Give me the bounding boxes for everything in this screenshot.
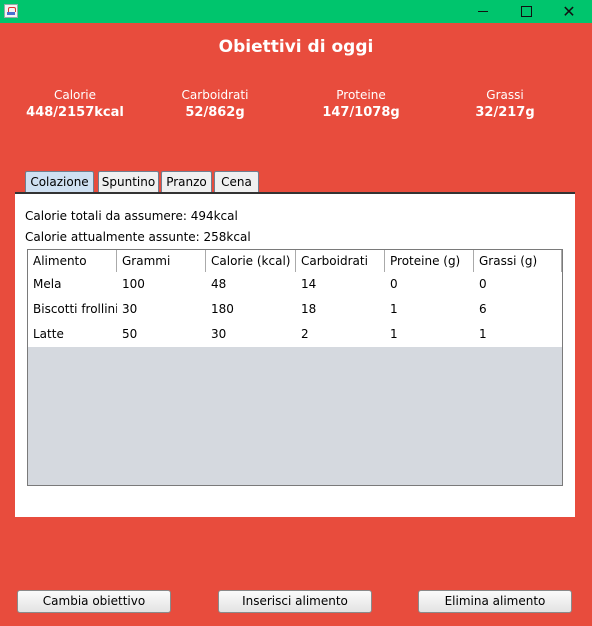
total-calories-text: Calorie totali da assumere: 494kcal [25,209,238,223]
minimize-button[interactable] [460,0,506,23]
tab-colazione[interactable]: Colazione [25,171,94,192]
table-cell: 180 [211,302,234,316]
table-cell: 0 [390,277,398,291]
column-header-proteine[interactable]: Proteine (g) [385,250,474,272]
tab-spuntino[interactable]: Spuntino [98,171,159,192]
metric-calorie: Calorie 448/2157kcal [0,88,150,120]
close-button[interactable]: ✕ [546,0,592,23]
maximize-button[interactable] [503,0,549,23]
table-row[interactable]: Mela 100 48 14 0 0 [28,272,562,297]
column-header-grassi[interactable]: Grassi (g) [474,250,562,272]
table-cell: 1 [479,327,487,341]
metric-value: 52/862g [185,105,245,120]
insert-food-button[interactable]: Inserisci alimento [218,590,372,613]
table-cell: Latte [33,327,64,341]
table-cell: 50 [122,327,138,341]
current-calories-text: Calorie attualmente assunte: 258kcal [25,230,251,244]
table-cell: 1 [390,302,398,316]
table-row[interactable]: Latte 50 30 2 1 1 [28,322,562,347]
table-cell: 48 [211,277,227,291]
table-cell: 2 [301,327,309,341]
minimize-icon [478,10,488,12]
maximize-icon [520,5,532,17]
table-row[interactable]: Biscotti frollini 30 180 18 1 6 [28,297,562,322]
close-icon: ✕ [562,2,576,21]
column-header-grammi[interactable]: Grammi [117,250,206,272]
metric-value: 448/2157kcal [26,105,124,120]
tab-cena[interactable]: Cena [214,171,259,192]
table-cell: 30 [211,327,227,341]
table-cell: 6 [479,302,487,316]
column-header-calorie[interactable]: Calorie (kcal) [206,250,296,272]
metric-grassi: Grassi 32/217g [430,88,580,120]
delete-food-button[interactable]: Elimina alimento [418,590,572,613]
tab-pranzo[interactable]: Pranzo [161,171,212,192]
table-cell: 30 [122,302,138,316]
food-table: Alimento Grammi Calorie (kcal) Carboidra… [27,249,563,486]
page-title: Obiettivi di oggi [218,37,374,57]
metric-label: Proteine [336,88,386,102]
change-goal-button[interactable]: Cambia obiettivo [17,590,171,613]
metric-proteine: Proteine 147/1078g [286,88,436,120]
metric-carboidrati: Carboidrati 52/862g [140,88,290,120]
table-cell: 0 [479,277,487,291]
java-app-icon [4,4,18,18]
metric-value: 32/217g [475,105,535,120]
column-header-carboidrati[interactable]: Carboidrati (g) [296,250,385,290]
column-header-alimento[interactable]: Alimento [28,250,117,272]
metric-label: Carboidrati [181,88,249,102]
metric-value: 147/1078g [322,105,400,120]
table-cell: 18 [301,302,317,316]
table-cell: Biscotti frollini [33,302,117,316]
metric-label: Grassi [486,88,524,102]
metric-label: Calorie [53,88,97,102]
table-cell: Mela [33,277,62,291]
table-cell: 100 [122,277,145,291]
table-cell: 14 [301,277,317,291]
tab-divider [15,192,575,194]
window-titlebar: ✕ [0,0,592,23]
table-cell: 1 [390,327,398,341]
table-header: Alimento Grammi Calorie (kcal) Carboidra… [28,250,562,290]
